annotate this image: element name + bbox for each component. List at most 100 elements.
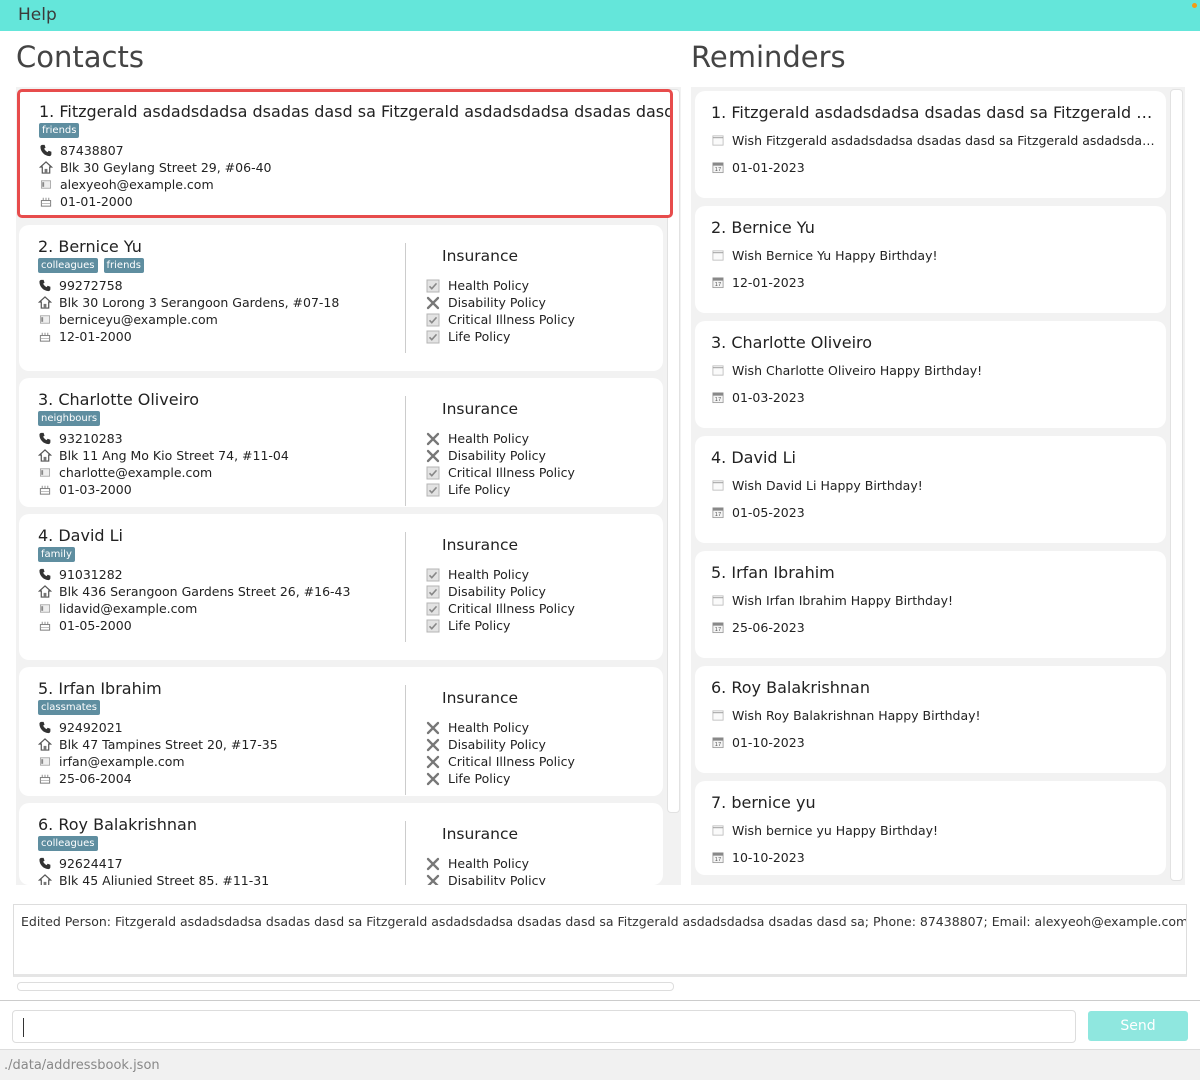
result-display[interactable]: Edited Person: Fitzgerald asdadsdadsa ds… — [13, 904, 1187, 977]
insurance-section: Insurance Health Policy Disability Policy C… — [426, 247, 575, 345]
insurance-divider — [405, 396, 406, 506]
insurance-policy: Disability Policy — [426, 736, 575, 753]
reminder-card[interactable]: 4. David Li Wish David Li Happy Birthday!… — [695, 436, 1166, 543]
cross-icon — [426, 721, 440, 735]
contact-address-text: Blk 47 Tampines Street 20, #17-35 — [59, 737, 278, 752]
reminder-card[interactable]: 7. bernice yu Wish bernice yu Happy Birth… — [695, 781, 1166, 875]
house-icon — [37, 738, 53, 751]
insurance-policy: Critical Illness Policy — [426, 753, 575, 770]
insurance-divider — [405, 821, 406, 885]
contact-card[interactable]: 3. Charlotte Oliveiro neighbours 93210283 B… — [19, 378, 663, 507]
calendar-icon: 17 — [711, 276, 725, 289]
contact-phone: 93210283 — [38, 431, 289, 446]
insurance-policy-label: Life Policy — [448, 329, 511, 344]
contact-card[interactable]: 2. Bernice Yu colleagues friends 99272758 Bl… — [19, 225, 663, 371]
contact-address-text: Blk 30 Lorong 3 Serangoon Gardens, #07-1… — [59, 295, 340, 310]
note-icon — [711, 364, 725, 377]
insurance-policy-label: Disability Policy — [448, 584, 546, 599]
reminder-name: 6. Roy Balakrishnan — [711, 678, 1156, 697]
email-icon — [38, 602, 52, 615]
contact-details: 99272758 Blk 30 Lorong 3 Serangoon Garden… — [37, 278, 340, 344]
calendar-icon: 17 — [711, 621, 725, 634]
save-location-path: ./data/addressbook.json — [4, 1058, 160, 1073]
svg-text:17: 17 — [715, 512, 721, 518]
contact-birthday: 01-01-2000 — [39, 194, 271, 209]
insurance-title: Insurance — [442, 689, 519, 707]
insurance-policy: Health Policy — [426, 430, 575, 447]
reminder-message: Wish David Li Happy Birthday! — [711, 478, 1156, 493]
calendar-icon: 17 — [711, 506, 725, 519]
insurance-divider — [405, 532, 406, 642]
reminder-card[interactable]: 2. Bernice Yu Wish Bernice Yu Happy Birth… — [695, 206, 1166, 313]
tag-list: friends — [39, 123, 80, 138]
send-button[interactable]: Send — [1088, 1011, 1188, 1041]
menu-help[interactable]: Help — [18, 5, 57, 25]
note-icon — [711, 824, 725, 837]
reminder-card[interactable]: 6. Roy Balakrishnan Wish Roy Balakrishnan… — [695, 666, 1166, 773]
reminder-card[interactable]: 1. Fitzgerald asdadsdadsa dsadas dasd sa… — [695, 91, 1166, 198]
insurance-policy: Disability Policy — [426, 294, 575, 311]
reminder-card[interactable]: 5. Irfan Ibrahim Wish Irfan Ibrahim Happy… — [695, 551, 1166, 658]
cross-icon — [426, 874, 440, 885]
calendar-icon: 17 — [711, 736, 725, 749]
reminders-scrollbar[interactable] — [1170, 89, 1183, 881]
contact-index: 3. — [38, 390, 54, 409]
contact-birthday: 25-06-2004 — [38, 771, 278, 786]
insurance-policy: Critical Illness Policy — [426, 464, 575, 481]
contact-address-text: Blk 45 Aljunied Street 85, #11-31 — [59, 873, 270, 885]
contact-card[interactable]: 6. Roy Balakrishnan colleagues 92624417 Blk… — [19, 803, 663, 885]
email-icon — [38, 313, 52, 326]
contact-birthday-text: 25-06-2004 — [59, 771, 132, 786]
contact-birthday: 12-01-2000 — [38, 329, 339, 344]
contact-email-text: berniceyu@example.com — [59, 312, 218, 327]
house-icon — [37, 874, 53, 885]
insurance-policy-label: Health Policy — [448, 856, 529, 871]
contact-birthday: 01-03-2000 — [38, 482, 289, 497]
reminder-date: 17 01-10-2023 — [711, 735, 805, 750]
reminder-index: 1. — [711, 103, 727, 122]
insurance-divider — [405, 243, 406, 353]
insurance-policy-label: Critical Illness Policy — [448, 754, 575, 769]
reminder-date: 17 01-01-2023 — [711, 160, 805, 175]
svg-text:17: 17 — [715, 742, 721, 748]
cake-icon — [39, 195, 53, 208]
insurance-policy: Disability Policy — [426, 872, 546, 885]
result-horizontal-scrollbar[interactable] — [17, 982, 674, 991]
email-icon — [39, 178, 53, 191]
reminder-name: 2. Bernice Yu — [711, 218, 1156, 237]
reminder-message-text: Wish Roy Balakrishnan Happy Birthday! — [732, 708, 981, 723]
contact-card[interactable]: 1. Fitzgerald asdadsdadsa dsadas dasd sa… — [17, 89, 673, 218]
reminder-name-text: Irfan Ibrahim — [731, 563, 835, 582]
reminder-name: 3. Charlotte Oliveiro — [711, 333, 1156, 352]
cross-icon — [426, 755, 440, 769]
reminder-name: 4. David Li — [711, 448, 1156, 467]
insurance-policy: Critical Illness Policy — [426, 600, 575, 617]
contact-card[interactable]: 5. Irfan Ibrahim classmates 92492021 Blk 47… — [19, 667, 663, 796]
reminder-date: 17 12-01-2023 — [711, 275, 805, 290]
svg-text:17: 17 — [715, 167, 721, 173]
checkbox-checked-icon — [426, 279, 440, 293]
contact-phone: 91031282 — [38, 567, 350, 582]
reminder-date: 17 01-03-2023 — [711, 390, 805, 405]
reminder-message-text: Wish Bernice Yu Happy Birthday! — [732, 248, 938, 263]
insurance-policy-label: Health Policy — [448, 278, 529, 293]
contact-name-text: Irfan Ibrahim — [58, 679, 162, 698]
insurance-policy-label: Disability Policy — [448, 295, 546, 310]
tag-family: family — [38, 547, 75, 562]
cross-icon — [426, 857, 440, 871]
insurance-title: Insurance — [442, 247, 519, 265]
contact-card[interactable]: 4. David Li family 91031282 Blk 436 Serango… — [19, 514, 663, 660]
note-icon — [711, 134, 725, 147]
tag-friends: friends — [39, 123, 80, 138]
contact-phone: 92492021 — [38, 720, 278, 735]
note-icon — [711, 479, 725, 492]
command-input[interactable] — [12, 1010, 1076, 1043]
checkbox-checked-icon — [426, 602, 440, 616]
insurance-policy: Disability Policy — [426, 447, 575, 464]
contact-email: charlotte@example.com — [38, 465, 289, 480]
cross-icon — [426, 738, 440, 752]
contact-name: 2. Bernice Yu — [38, 237, 142, 256]
reminder-card[interactable]: 3. Charlotte Oliveiro Wish Charlotte Oliv… — [695, 321, 1166, 428]
phone-icon — [38, 721, 52, 734]
reminder-name-text: bernice yu — [731, 793, 816, 812]
